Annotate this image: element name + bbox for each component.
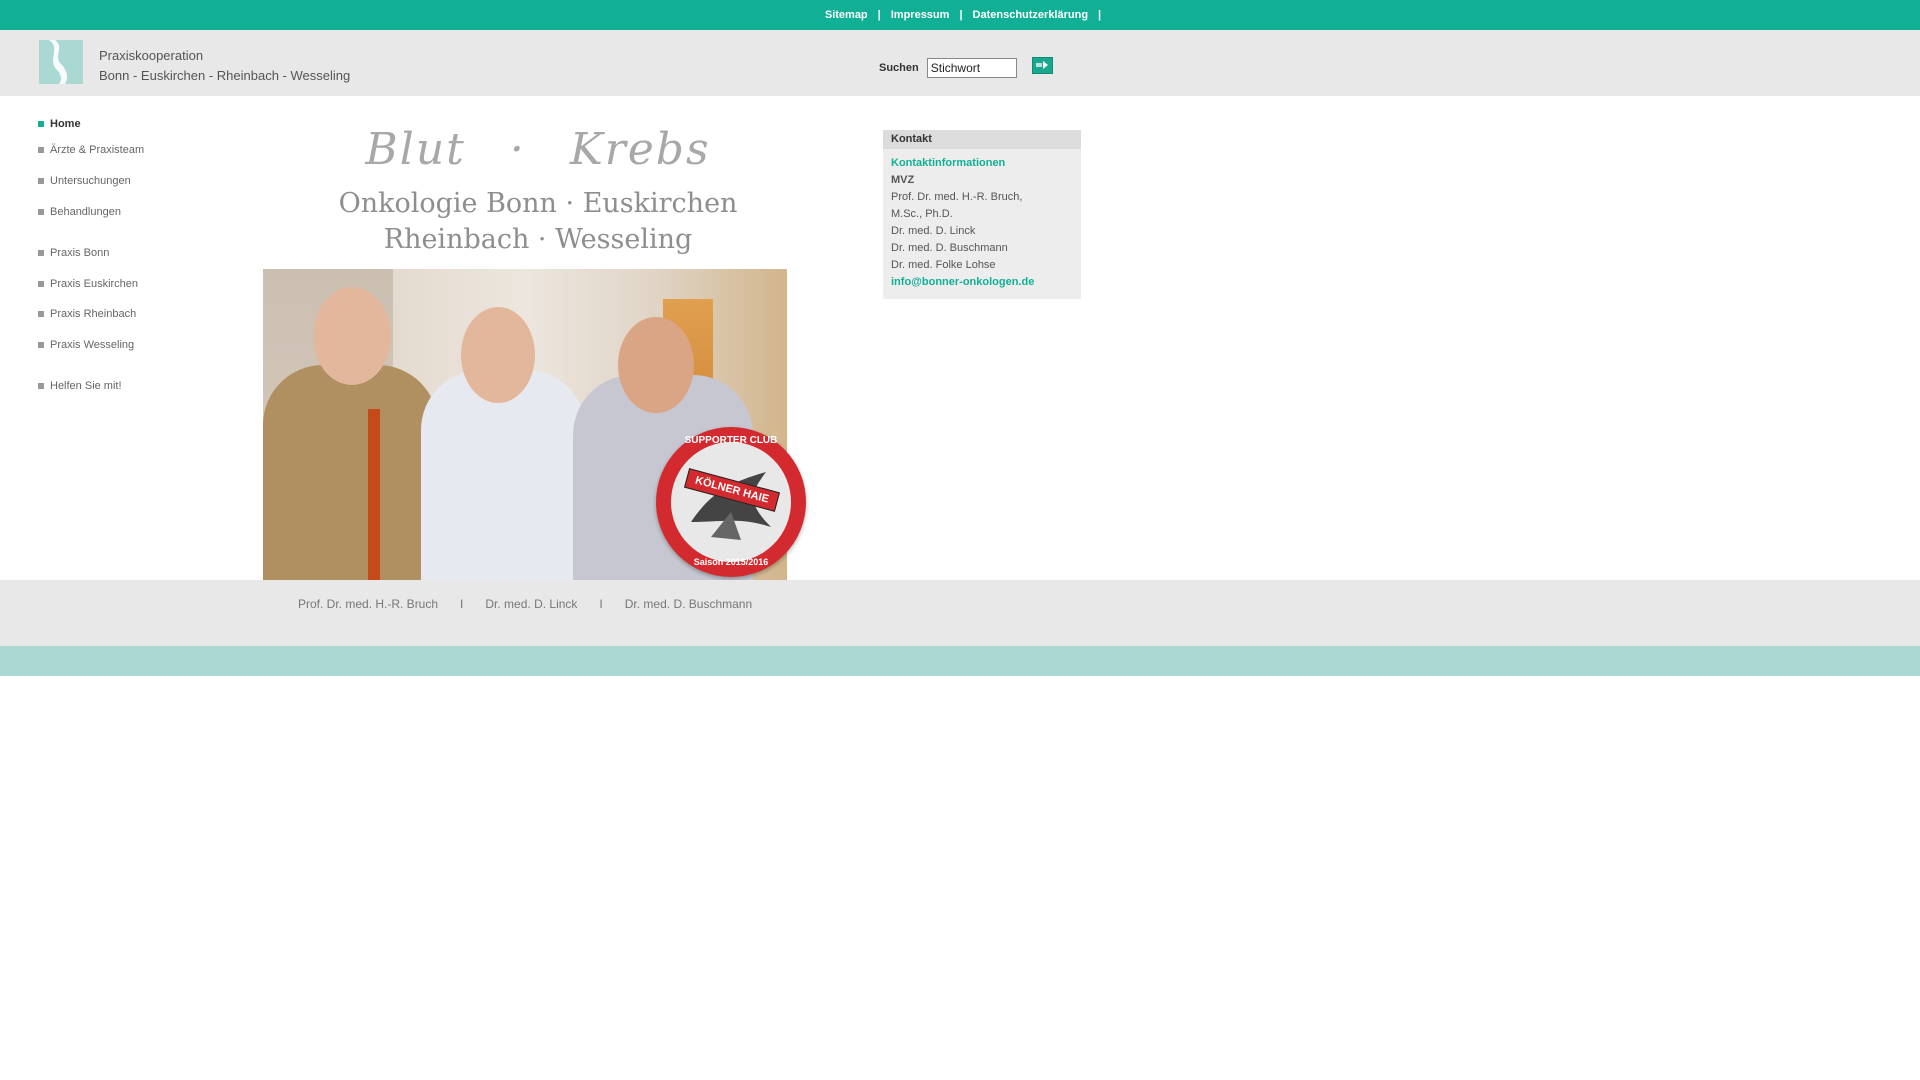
sidebar-item-praxis-euskirchen[interactable]: Praxis Euskirchen xyxy=(38,277,138,291)
site-title-line1: Praxiskooperation xyxy=(99,48,204,63)
person-left-shirt xyxy=(368,409,380,580)
person-right-head xyxy=(618,317,694,413)
search-label: Suchen xyxy=(879,62,919,74)
square-bullet-icon xyxy=(38,250,44,256)
sidebar-item-praxis-bonn[interactable]: Praxis Bonn xyxy=(38,246,109,260)
contact-email-link[interactable]: info@bonner-onkologen.de xyxy=(891,274,1073,291)
separator: | xyxy=(959,9,963,21)
separator: | xyxy=(1098,9,1102,21)
hero-subtitle-line2: Rheinbach · Wesseling xyxy=(383,224,693,255)
header: Praxiskooperation Bonn - Euskirchen - Rh… xyxy=(0,30,1920,96)
logo-icon[interactable] xyxy=(39,40,83,84)
sidebar-item-label: Praxis Wesseling xyxy=(50,339,135,351)
sidebar-item-label: Praxis Rheinbach xyxy=(50,308,137,320)
sidebar-item-behandlungen[interactable]: Behandlungen xyxy=(38,205,121,219)
doctor-name: Dr. med. D. Linck xyxy=(485,597,578,611)
sidebar-item-helfen[interactable]: Helfen Sie mit! xyxy=(38,379,122,393)
hero-title-dot: · xyxy=(509,124,526,175)
doctor-name: Dr. med. D. Buschmann xyxy=(624,597,753,611)
contact-doctor: Prof. Dr. med. H.-R. Bruch, xyxy=(891,191,1023,203)
badge-shark-icon: KÖLNER HAIE xyxy=(671,442,791,562)
square-bullet-icon xyxy=(38,311,44,317)
sitemap-link[interactable]: Sitemap xyxy=(825,9,868,21)
contact-body: Kontaktinformationen MVZ Prof. Dr. med. … xyxy=(883,149,1081,299)
contact-org: MVZ xyxy=(891,174,915,186)
person-left-head xyxy=(313,287,391,385)
person-left xyxy=(263,365,438,580)
top-nav: Sitemap | Impressum | Datenschutzerkläru… xyxy=(825,9,1111,21)
search-button[interactable] xyxy=(1031,56,1053,74)
hero-subtitle-line1: Onkologie Bonn · Euskirchen xyxy=(338,188,738,219)
hero-title: Blut · Krebs xyxy=(263,124,813,175)
sidebar-item-praxis-wesseling[interactable]: Praxis Wesseling xyxy=(38,338,134,352)
sidebar-item-home[interactable]: Home xyxy=(38,117,81,131)
badge-bottom-text: Saison 2015/2016 xyxy=(693,557,769,567)
badge-top-text: SUPPORTER CLUB xyxy=(684,435,778,446)
separator: | xyxy=(877,9,881,21)
arrow-right-icon xyxy=(1036,61,1049,69)
sidebar-item-praxis-rheinbach[interactable]: Praxis Rheinbach xyxy=(38,307,136,321)
impressum-link[interactable]: Impressum xyxy=(891,9,950,21)
square-bullet-icon xyxy=(38,383,44,389)
sidebar-item-label: Praxis Bonn xyxy=(50,247,110,259)
sidebar-item-label: Helfen Sie mit! xyxy=(50,380,122,392)
square-bullet-icon xyxy=(38,147,44,153)
contact-doctor: Dr. med. D. Linck xyxy=(891,225,976,237)
hero-subtitle: Onkologie Bonn · Euskirchen Rheinbach · … xyxy=(263,186,813,258)
separator: I xyxy=(599,597,603,611)
sidebar-item-label: Behandlungen xyxy=(50,206,121,218)
square-bullet-icon xyxy=(38,178,44,184)
square-bullet-icon xyxy=(38,281,44,287)
sidebar-item-aerzte[interactable]: Ärzte & Praxisteam xyxy=(38,143,144,157)
supporter-club-badge: KÖLNER HAIE SUPPORTER CLUB Saison 2015/2… xyxy=(656,427,806,577)
separator: I xyxy=(460,597,464,611)
sidebar-item-label: Ärzte & Praxisteam xyxy=(50,144,145,156)
doctor-name: Prof. Dr. med. H.-R. Bruch xyxy=(298,597,439,611)
contact-doctor: Dr. med. Folke Lohse xyxy=(891,259,996,271)
square-bullet-icon xyxy=(38,121,44,127)
contact-heading: Kontakt xyxy=(883,130,1081,149)
square-bullet-icon xyxy=(38,342,44,348)
site-title[interactable]: Praxiskooperation Bonn - Euskirchen - Rh… xyxy=(99,46,350,86)
contact-info-link[interactable]: Kontaktinformationen xyxy=(891,155,1073,172)
sidebar-item-label: Home xyxy=(50,118,81,130)
sidebar-item-label: Praxis Euskirchen xyxy=(50,278,139,290)
search-form: Suchen xyxy=(879,56,1053,78)
hero-title-left: Blut xyxy=(365,124,466,175)
site-title-line2: Bonn - Euskirchen - Rheinbach - Wesselin… xyxy=(99,68,351,83)
doctor-names: Prof. Dr. med. H.-R. Bruch I Dr. med. D.… xyxy=(298,597,752,611)
sidebar-item-label: Untersuchungen xyxy=(50,175,131,187)
datenschutz-link[interactable]: Datenschutzerklärung xyxy=(973,9,1089,21)
contact-doctor: Dr. med. D. Buschmann xyxy=(891,242,1008,254)
doctor-names-bar: Prof. Dr. med. H.-R. Bruch I Dr. med. D.… xyxy=(0,580,1920,646)
person-middle-head xyxy=(461,307,535,403)
hero-banner: Blut · Krebs Onkologie Bonn · Euskirchen… xyxy=(263,120,813,580)
sidebar-item-untersuchungen[interactable]: Untersuchungen xyxy=(38,174,131,188)
contact-box: Kontakt Kontaktinformationen MVZ Prof. D… xyxy=(883,130,1081,299)
search-input[interactable] xyxy=(926,58,1017,78)
square-bullet-icon xyxy=(38,209,44,215)
top-bar: Sitemap | Impressum | Datenschutzerkläru… xyxy=(0,0,1920,30)
contact-doctor-suffix: M.Sc., Ph.D. xyxy=(891,208,953,220)
footer-strip xyxy=(0,646,1920,676)
hero-title-right: Krebs xyxy=(569,124,711,175)
